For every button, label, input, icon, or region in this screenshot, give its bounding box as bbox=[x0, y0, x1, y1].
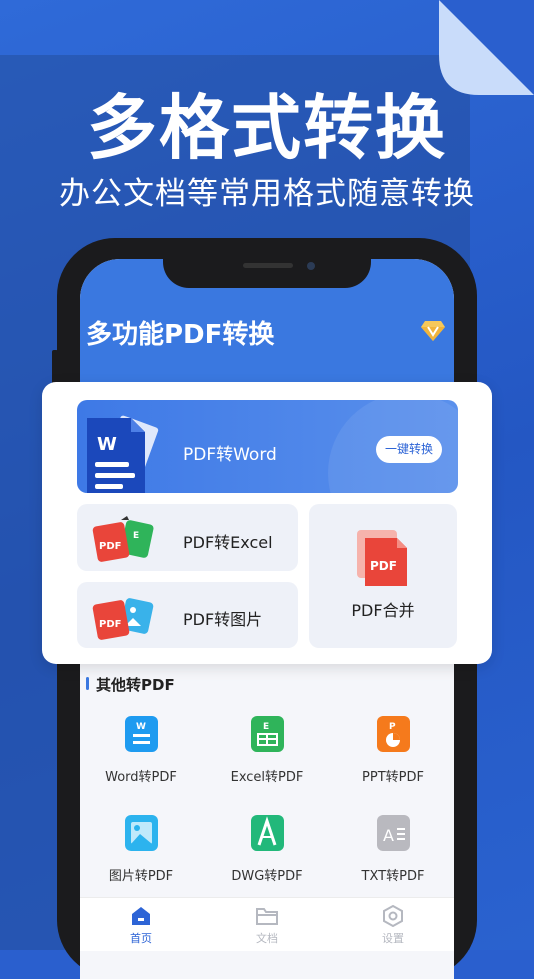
phone-side-button bbox=[52, 350, 58, 386]
image-to-pdf-item[interactable]: 图片转PDF bbox=[79, 815, 203, 884]
pdf-to-excel-label: PDF转Excel bbox=[183, 533, 273, 552]
phone-speaker bbox=[243, 263, 293, 268]
dwg-to-pdf-item[interactable]: DWG转PDF bbox=[205, 815, 329, 884]
svg-text:A: A bbox=[383, 826, 394, 845]
phone-camera bbox=[307, 262, 315, 270]
excel-to-pdf-item[interactable]: E Excel转PDF bbox=[205, 716, 329, 785]
pdf-to-word-label: PDF转Word bbox=[183, 445, 277, 465]
tab-home-label: 首页 bbox=[130, 932, 152, 945]
ppt-to-pdf-label: PPT转PDF bbox=[362, 770, 424, 785]
pdf-to-image-label: PDF转图片 bbox=[183, 610, 263, 629]
image-to-pdf-label: 图片转PDF bbox=[108, 869, 174, 884]
dwg-icon bbox=[250, 815, 284, 851]
word-icon: W bbox=[124, 716, 158, 752]
txt-icon: A bbox=[376, 815, 410, 851]
svg-text:E: E bbox=[133, 531, 139, 541]
section-accent-bar bbox=[86, 677, 89, 690]
excel-icon: E bbox=[250, 716, 284, 752]
home-icon bbox=[132, 907, 150, 925]
word-doc-icon: W bbox=[87, 415, 159, 493]
hero-subtitle: 办公文档等常用格式随意转换 bbox=[59, 176, 475, 212]
hero-title: 多格式转换 bbox=[87, 87, 447, 169]
settings-icon bbox=[383, 904, 403, 928]
ppt-icon: P bbox=[376, 716, 410, 752]
section-title: 其他转PDF bbox=[96, 676, 175, 694]
one-key-convert-button[interactable]: 一键转换 bbox=[376, 436, 442, 463]
dwg-to-pdf-label: DWG转PDF bbox=[231, 869, 303, 884]
svg-text:E: E bbox=[263, 722, 269, 732]
image-icon bbox=[124, 815, 158, 851]
svg-text:PDF: PDF bbox=[370, 559, 397, 573]
svg-text:PDF: PDF bbox=[99, 619, 121, 630]
tab-documents[interactable]: 文档 bbox=[237, 905, 297, 946]
svg-text:P: P bbox=[389, 722, 396, 732]
pdf-stack-icon: PDF bbox=[357, 530, 407, 586]
pdf-excel-icon: E PDF bbox=[92, 516, 154, 562]
word-to-pdf-item[interactable]: W Word转PDF bbox=[79, 716, 203, 785]
txt-to-pdf-label: TXT转PDF bbox=[361, 869, 425, 884]
tab-settings-label: 设置 bbox=[382, 932, 404, 945]
folder-icon bbox=[256, 908, 278, 925]
svg-text:W: W bbox=[136, 722, 146, 732]
ppt-to-pdf-item[interactable]: P PPT转PDF bbox=[331, 716, 455, 785]
txt-to-pdf-item[interactable]: A TXT转PDF bbox=[331, 815, 455, 884]
tab-home[interactable]: 首页 bbox=[111, 905, 171, 946]
pdf-merge-tile[interactable]: PDF bbox=[309, 504, 457, 648]
svg-text:W: W bbox=[97, 434, 117, 455]
word-to-pdf-label: Word转PDF bbox=[105, 770, 177, 785]
pdf-merge-label: PDF合并 bbox=[351, 601, 415, 620]
diamond-icon[interactable] bbox=[420, 320, 446, 342]
tab-settings[interactable]: 设置 bbox=[363, 904, 423, 946]
tab-documents-label: 文档 bbox=[256, 932, 278, 945]
app-title: 多功能PDF转换 bbox=[86, 320, 275, 350]
pdf-image-icon: PDF bbox=[92, 598, 154, 640]
excel-to-pdf-label: Excel转PDF bbox=[230, 770, 304, 785]
svg-text:PDF: PDF bbox=[99, 541, 121, 552]
